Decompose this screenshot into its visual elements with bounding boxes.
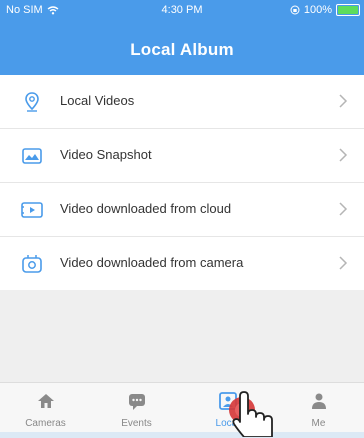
image-icon: [22, 148, 42, 164]
battery-icon: [336, 4, 360, 16]
home-indicator-strip: [0, 432, 364, 438]
pin-icon: [25, 92, 39, 112]
empty-area: [0, 290, 364, 382]
album-list: Local Videos Video Snapshot Video downlo…: [0, 75, 364, 291]
tab-label: Cameras: [25, 418, 66, 429]
battery-percent: 100%: [303, 4, 332, 16]
tab-bar: Cameras Events Local Me: [0, 382, 364, 438]
tab-events[interactable]: Events: [91, 383, 182, 438]
status-right: 100%: [290, 4, 360, 16]
tab-me[interactable]: Me: [273, 383, 364, 438]
status-bar: No SIM 4:30 PM 100%: [0, 0, 364, 22]
tab-cameras[interactable]: Cameras: [0, 383, 91, 438]
list-item-label: Video Snapshot: [60, 147, 152, 162]
header-bar: No SIM 4:30 PM 100% Local Album: [0, 0, 364, 75]
chevron-right-icon: [339, 94, 348, 108]
tab-local[interactable]: Local: [182, 383, 273, 438]
list-item-video-snapshot[interactable]: Video Snapshot: [0, 129, 364, 183]
chevron-right-icon: [339, 256, 348, 270]
tab-label: Me: [311, 418, 326, 429]
list-item-video-camera[interactable]: Video downloaded from camera: [0, 237, 364, 291]
list-item-local-videos[interactable]: Local Videos: [0, 75, 364, 129]
home-icon: [37, 394, 54, 408]
orientation-lock-icon: [290, 5, 300, 15]
list-item-video-cloud[interactable]: Video downloaded from cloud: [0, 183, 364, 237]
chevron-right-icon: [339, 148, 348, 162]
message-icon: [128, 394, 145, 410]
person-icon: [311, 393, 326, 409]
tab-label: Local: [215, 418, 240, 429]
list-item-label: Video downloaded from cloud: [60, 201, 232, 216]
chevron-right-icon: [339, 202, 348, 216]
page-title: Local Album: [130, 40, 234, 59]
list-item-label: Video downloaded from camera: [60, 255, 244, 270]
album-icon: [218, 392, 237, 410]
camera-album-icon: [22, 255, 42, 273]
video-icon: [21, 202, 43, 218]
list-item-label: Local Videos: [60, 93, 135, 108]
tab-label: Events: [121, 418, 152, 429]
battery-fill: [338, 6, 358, 14]
